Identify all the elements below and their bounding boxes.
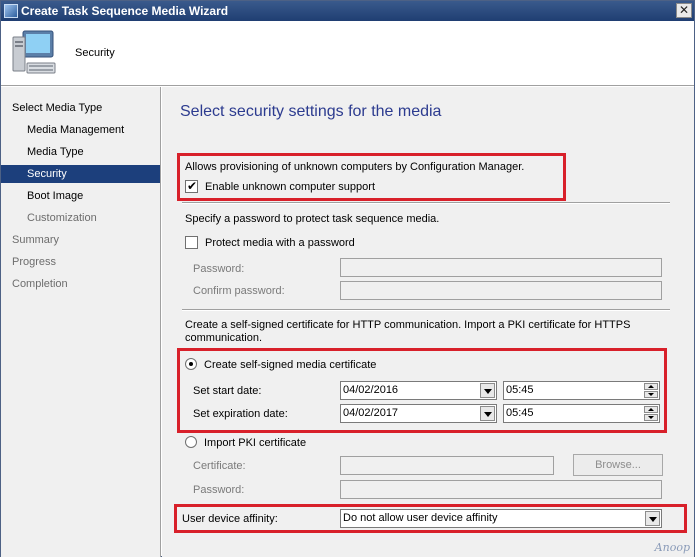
app-icon xyxy=(4,4,18,18)
start-date-value: 04/02/2016 xyxy=(343,384,399,396)
page-title: Select security settings for the media xyxy=(180,103,442,120)
pki-password-field[interactable] xyxy=(340,480,662,499)
watermark: Anoop xyxy=(654,541,690,554)
certificate-field[interactable] xyxy=(340,456,554,475)
browse-button[interactable]: Browse... xyxy=(573,454,663,476)
pki-password-label: Password: xyxy=(193,484,245,496)
nav-item-security[interactable]: Security xyxy=(1,165,160,183)
certificate-label: Certificate: xyxy=(193,460,246,472)
nav-item-boot-image[interactable]: Boot Image xyxy=(1,187,160,205)
title-bar: Create Task Sequence Media Wizard ✕ xyxy=(1,1,694,21)
import-pki-label[interactable]: Import PKI certificate xyxy=(204,437,306,449)
start-date-label: Set start date: xyxy=(193,385,262,397)
confirm-password-field[interactable] xyxy=(340,281,662,300)
chevron-down-icon xyxy=(484,389,492,394)
spin-down-icon[interactable] xyxy=(644,414,658,421)
spin-up-icon[interactable] xyxy=(644,406,658,413)
self-signed-radio[interactable] xyxy=(185,358,197,370)
self-signed-label[interactable]: Create self-signed media certificate xyxy=(204,359,376,371)
wizard-header: Security xyxy=(1,21,694,86)
expiration-date-picker[interactable]: 04/02/2017 xyxy=(340,404,497,423)
expiration-date-dropdown-button[interactable] xyxy=(480,406,495,421)
close-button[interactable]: ✕ xyxy=(676,3,692,18)
computer-icon xyxy=(12,30,56,74)
nav-item-customization: Customization xyxy=(27,212,97,224)
nav-item-media-management[interactable]: Media Management xyxy=(1,121,160,139)
check-mark-icon: ✔ xyxy=(187,179,198,193)
content-pane: Select security settings for the media A… xyxy=(162,87,694,557)
confirm-password-label: Confirm password: xyxy=(193,285,285,297)
start-time-value: 05:45 xyxy=(506,384,534,396)
protect-password-label[interactable]: Protect media with a password xyxy=(205,237,355,249)
affinity-value: Do not allow user device affinity xyxy=(343,512,498,524)
nav-item-progress: Progress xyxy=(12,256,57,268)
protect-password-checkbox[interactable] xyxy=(185,236,198,249)
certificate-description: Create a self-signed certificate for HTT… xyxy=(185,319,631,344)
wizard-nav: Select Media Type Media Management Media… xyxy=(1,87,161,557)
nav-item-select-media-type[interactable]: Select Media Type xyxy=(1,99,160,117)
password-label: Password: xyxy=(193,263,245,275)
enable-unknown-checkbox[interactable]: ✔ xyxy=(185,179,198,193)
expiration-time-spinner[interactable] xyxy=(644,406,658,421)
separator xyxy=(182,309,670,311)
expiration-time-picker[interactable]: 05:45 xyxy=(503,404,660,423)
affinity-dropdown-button[interactable] xyxy=(645,511,660,526)
expiration-date-value: 04/02/2017 xyxy=(343,407,399,419)
affinity-label: User device affinity: xyxy=(182,513,278,525)
nav-item-summary: Summary xyxy=(12,234,60,246)
import-pki-radio[interactable] xyxy=(185,436,197,448)
start-date-dropdown-button[interactable] xyxy=(480,383,495,398)
start-time-picker[interactable]: 05:45 xyxy=(503,381,660,400)
header-title: Security xyxy=(75,47,115,59)
unknown-support-description: Allows provisioning of unknown computers… xyxy=(185,161,525,173)
enable-unknown-label[interactable]: Enable unknown computer support xyxy=(205,181,375,193)
start-time-spinner[interactable] xyxy=(644,383,658,398)
chevron-down-icon xyxy=(649,517,657,522)
expiration-time-value: 05:45 xyxy=(506,407,534,419)
password-field[interactable] xyxy=(340,258,662,277)
affinity-select[interactable]: Do not allow user device affinity xyxy=(340,509,662,528)
chevron-down-icon xyxy=(484,412,492,417)
window-title: Create Task Sequence Media Wizard xyxy=(21,4,229,18)
radio-dot-icon xyxy=(189,362,193,366)
expiration-date-label: Set expiration date: xyxy=(193,408,288,420)
spin-up-icon[interactable] xyxy=(644,383,658,390)
nav-item-completion: Completion xyxy=(12,278,68,290)
wizard-window: Create Task Sequence Media Wizard ✕ Secu… xyxy=(0,0,695,557)
spin-down-icon[interactable] xyxy=(644,391,658,398)
nav-item-media-type[interactable]: Media Type xyxy=(1,143,160,161)
separator xyxy=(182,202,670,204)
start-date-picker[interactable]: 04/02/2016 xyxy=(340,381,497,400)
password-description: Specify a password to protect task seque… xyxy=(185,213,440,225)
